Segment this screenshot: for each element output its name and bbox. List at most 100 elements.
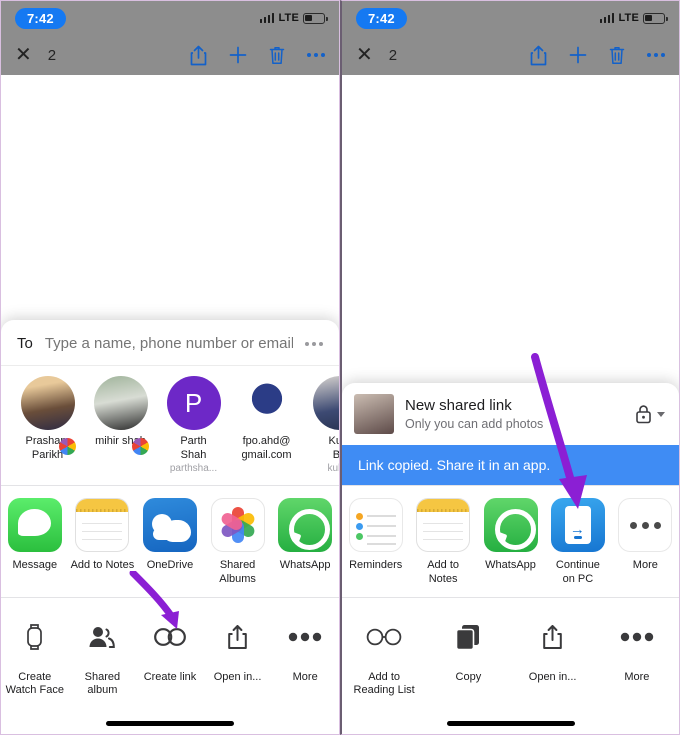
chevron-down-icon <box>657 411 665 417</box>
action-row: Add to Reading List Copy Open in... More <box>342 596 679 708</box>
share-app-whatsapp[interactable]: WhatsApp <box>477 498 544 587</box>
action-label: Shared album <box>84 670 121 697</box>
app-label: Continue on PC <box>555 559 600 585</box>
app-share-row: Message Add to Notes OneDrive Shared Alb… <box>1 485 339 597</box>
share-icon[interactable] <box>530 45 547 66</box>
home-indicator[interactable] <box>446 721 575 726</box>
contact-item[interactable]: mihir shah <box>84 370 157 475</box>
share-app-notes[interactable]: Add to Notes <box>69 498 137 587</box>
trash-icon[interactable] <box>609 46 625 65</box>
action-shared-album[interactable]: Shared album <box>69 609 137 699</box>
action-row: Create Watch Face Shared album Create li… <box>1 596 339 708</box>
app-label: WhatsApp <box>279 559 331 571</box>
contact-item[interactable]: P Parth Shah parthsha... <box>157 370 230 475</box>
avatar-logo <box>239 376 294 430</box>
share-app-whatsapp[interactable]: WhatsApp <box>271 498 339 587</box>
action-create-watch-face[interactable]: Create Watch Face <box>1 609 69 699</box>
share-app-reminders[interactable]: Reminders <box>342 498 409 587</box>
link-privacy-selector[interactable] <box>635 404 665 424</box>
right-phone-screenshot: 7:42 LTE ✕ 2 New shared link Only you ca… <box>340 0 680 735</box>
action-open-in[interactable]: Open in... <box>511 610 595 699</box>
home-indicator[interactable] <box>106 721 234 726</box>
avatar <box>93 376 148 430</box>
link-title: New shared link <box>405 397 512 415</box>
share-app-notes[interactable]: Add to Notes <box>409 498 476 587</box>
action-more[interactable]: More <box>595 610 679 699</box>
google-photos-badge-icon <box>132 438 149 455</box>
action-label: Create link <box>143 670 197 683</box>
left-status-bar: 7:42 LTE <box>1 1 339 35</box>
share-app-onedrive[interactable]: OneDrive <box>136 498 204 587</box>
lock-icon <box>636 405 651 424</box>
close-button[interactable]: ✕ <box>15 45 32 65</box>
status-time: 7:42 <box>15 7 66 29</box>
app-label: Shared Albums <box>219 559 256 585</box>
action-label: Open in... <box>213 670 262 683</box>
home-indicator-area <box>342 708 679 734</box>
plus-icon[interactable] <box>229 46 247 64</box>
avatar-initial: P <box>166 376 221 430</box>
network-type-label: LTE <box>278 12 299 24</box>
contact-item[interactable]: fpo.ahd@ gmail.com <box>230 370 303 475</box>
share-icon <box>210 609 265 664</box>
avatar <box>20 376 75 430</box>
action-create-link[interactable]: Create link <box>136 609 204 699</box>
recipient-row: To <box>1 320 339 365</box>
trash-icon[interactable] <box>269 46 285 65</box>
selection-count: 2 <box>47 46 57 64</box>
new-shared-link-header: New shared link Only you can add photos <box>342 383 679 445</box>
selection-count: 2 <box>388 46 398 64</box>
message-icon <box>7 498 62 552</box>
share-app-more[interactable]: More <box>612 498 679 587</box>
action-label: More <box>624 670 650 683</box>
ellipsis-icon[interactable] <box>307 53 325 57</box>
copy-icon <box>441 610 495 664</box>
action-open-in[interactable]: Open in... <box>204 609 272 699</box>
avatar <box>312 376 339 430</box>
action-label: Create Watch Face <box>5 670 64 697</box>
link-copied-banner: Link copied. Share it in an app. <box>342 445 679 485</box>
comparison-stage: 7:42 LTE ✕ 2 To Type a name, phone numbe… <box>0 0 680 735</box>
contact-sub: parthsha... <box>169 462 218 474</box>
action-add-to-reading-list[interactable]: Add to Reading List <box>342 610 426 699</box>
share-app-message[interactable]: Message <box>1 498 69 587</box>
action-more[interactable]: More <box>271 609 339 699</box>
google-photos-badge-icon <box>59 438 76 455</box>
app-label: Add to Notes <box>427 559 460 585</box>
right-status-bar: 7:42 LTE <box>342 1 679 35</box>
add-contact-ellipsis-icon[interactable] <box>305 341 323 346</box>
action-copy[interactable]: Copy <box>426 610 510 699</box>
share-icon[interactable] <box>190 45 207 66</box>
network-type-label: LTE <box>618 12 639 24</box>
to-label: To <box>17 335 33 352</box>
status-indicators: LTE <box>599 12 668 24</box>
link-header-text: New shared link Only you can add photos <box>405 396 624 432</box>
notes-icon <box>416 498 471 552</box>
action-label: Copy <box>455 670 482 683</box>
close-button[interactable]: ✕ <box>356 45 373 65</box>
app-label: WhatsApp <box>485 559 536 571</box>
contact-sub: kulde <box>327 462 339 474</box>
glasses-icon <box>357 610 411 664</box>
nav-actions <box>190 45 325 66</box>
ellipsis-icon[interactable] <box>647 53 665 57</box>
whatsapp-icon <box>483 498 538 552</box>
plus-icon[interactable] <box>569 46 587 64</box>
link-subtitle: Only you can add photos <box>405 416 544 431</box>
link-icon <box>142 609 197 664</box>
contact-item[interactable]: Prasham Parikh <box>11 370 84 475</box>
share-app-continue-on-pc[interactable]: → Continue on PC <box>544 498 611 587</box>
share-app-shared-albums[interactable]: Shared Albums <box>204 498 272 587</box>
share-icon <box>526 610 580 664</box>
left-nav-bar: ✕ 2 <box>1 35 339 75</box>
ellipsis-icon <box>610 610 664 664</box>
ellipsis-icon <box>618 498 673 552</box>
ellipsis-icon <box>278 609 333 664</box>
whatsapp-icon <box>278 498 333 552</box>
contact-item[interactable]: Kuld Ba kulde <box>303 370 339 475</box>
contact-suggestions: Prasham Parikh mihir shah P Parth Shah p… <box>1 365 339 485</box>
battery-icon <box>303 12 328 24</box>
recipient-input[interactable] <box>44 335 293 352</box>
continue-on-pc-icon: → <box>550 498 605 552</box>
notes-icon <box>75 498 130 552</box>
